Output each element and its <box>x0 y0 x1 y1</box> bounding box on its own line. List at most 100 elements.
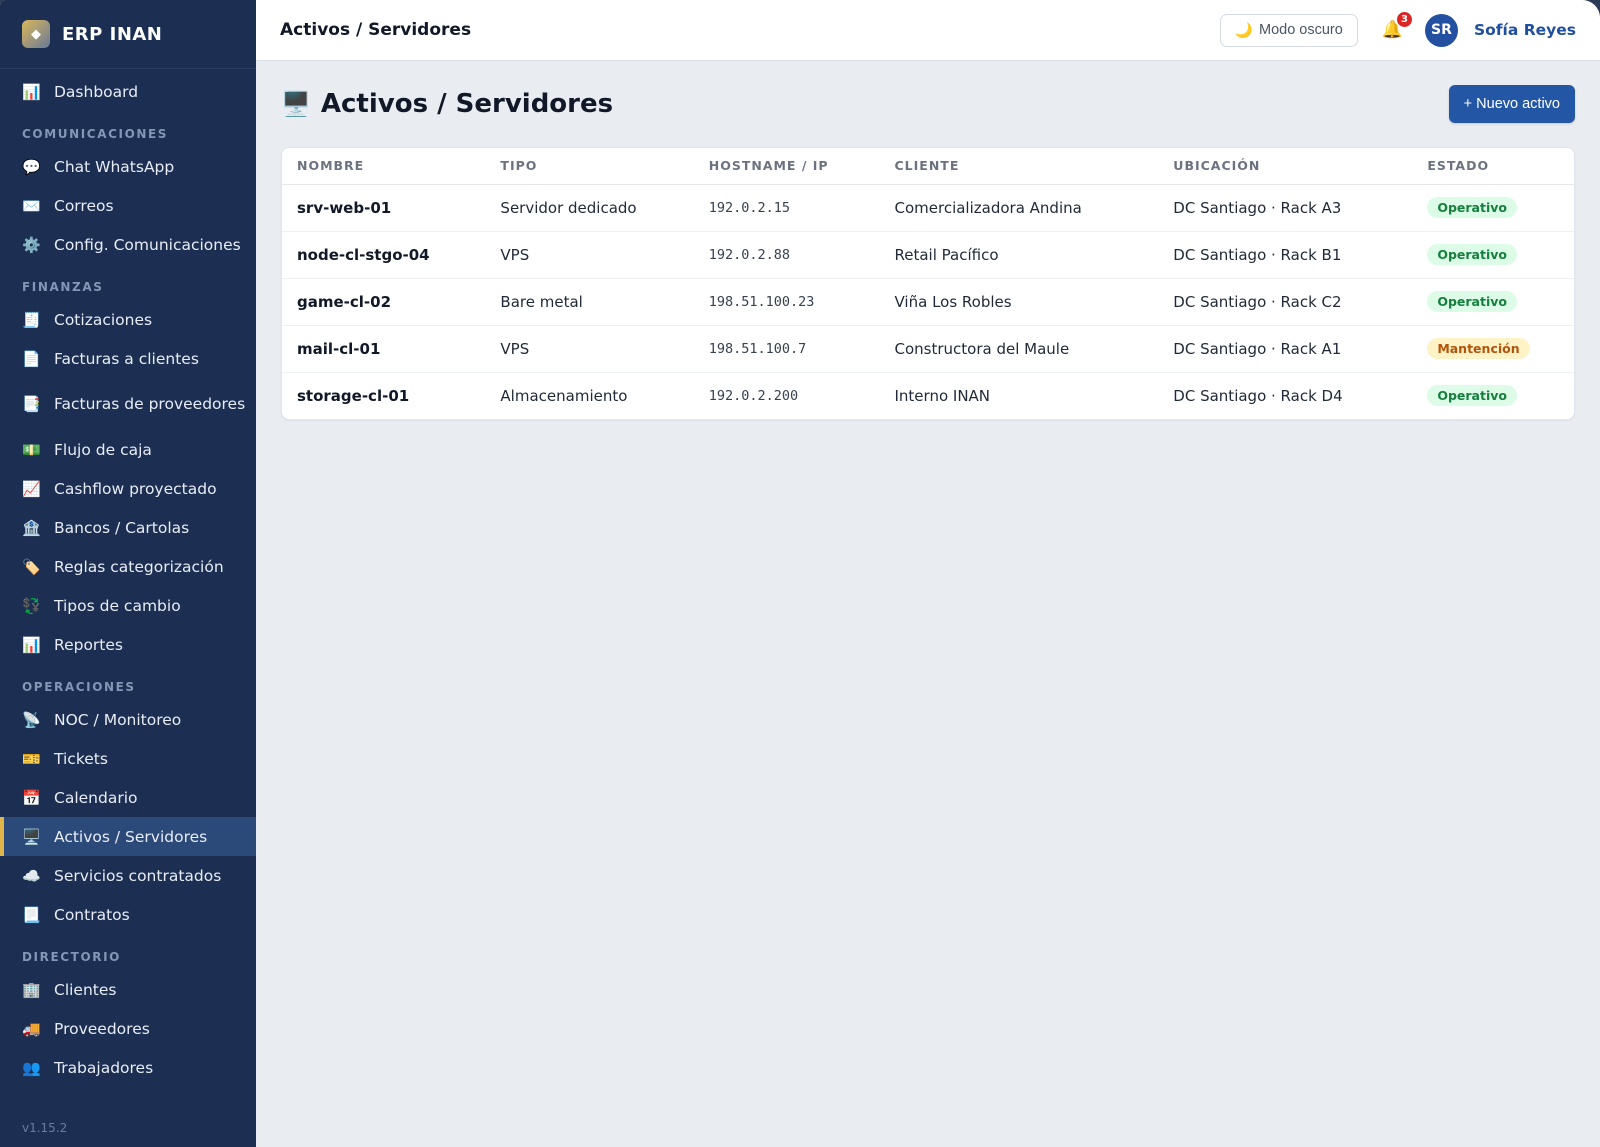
topbar-actions: 🌙 Modo oscuro 🔔 3 SR Sofía Reyes <box>1219 12 1576 47</box>
table-row[interactable]: game-cl-02 Bare metal 198.51.100.23 Viña Lo… <box>282 278 1574 326</box>
sidebar-item-trabajadores[interactable]: 👥 Trabajadores <box>0 1048 256 1087</box>
table-row[interactable]: mail-cl-01 VPS 198.51.100.7 Constructora de… <box>282 325 1574 373</box>
sidebar-item-clientes[interactable]: 🏢 Clientes <box>0 970 256 1009</box>
users-icon: 👥 <box>22 1058 41 1077</box>
sidebar-item-config-comunicaciones[interactable]: ⚙️ Config. Comunicaciones <box>0 225 256 264</box>
column-header-hostname-ip[interactable]: HOSTNAME / IP <box>693 148 880 185</box>
asset-status-cell: Operativo <box>1412 231 1574 279</box>
sidebar-item-label: Proveedores <box>54 1019 150 1038</box>
avatar[interactable]: SR <box>1424 13 1458 47</box>
asset-client-cell: Interno INAN <box>894 386 991 405</box>
sidebar-item-reportes[interactable]: 📊 Reportes <box>0 625 256 664</box>
brand-name: ERP INAN <box>62 23 163 45</box>
sidebar-item-label: Flujo de caja <box>54 440 152 459</box>
sidebar-item-cashflow-proyectado[interactable]: 📈 Cashflow proyectado <box>0 469 256 508</box>
dark-mode-label: Modo oscuro <box>1258 22 1343 38</box>
truck-icon: 🚚 <box>22 1019 41 1038</box>
sidebar-item-label: Facturas a clientes <box>54 349 199 368</box>
table-row[interactable]: srv-web-01 Servidor dedicado 192.0.2.15 Com… <box>282 184 1574 232</box>
cash-icon: 💵 <box>22 440 41 459</box>
sidebar-item-label: Dashboard <box>54 82 139 101</box>
sidebar-item-calendario[interactable]: 📅 Calendario <box>0 778 256 817</box>
sidebar: ◆ ERP INAN 📊 Dashboard COMUNICACIONES 💬 Chat… <box>0 0 256 1147</box>
sidebar-item-facturas-de-proveedores[interactable]: 📑 Facturas de proveedores <box>0 378 256 430</box>
asset-status-cell: Mantención <box>1412 325 1574 373</box>
sidebar-item-reglas-categorizacion[interactable]: 🏷️ Reglas categorización <box>0 547 256 586</box>
asset-status-cell: Operativo <box>1412 372 1574 419</box>
sidebar-item-chat-whatsapp[interactable]: 💬 Chat WhatsApp <box>0 147 256 186</box>
sidebar-section-comunicaciones: COMUNICACIONES <box>22 127 169 141</box>
sidebar-item-label: Tickets <box>54 749 108 768</box>
sidebar-item-label: Reportes <box>54 635 123 654</box>
sidebar-item-bancos-cartolas[interactable]: 🏦 Bancos / Cartolas <box>0 508 256 547</box>
asset-type-cell: VPS <box>485 231 694 279</box>
sidebar-section-operaciones: OPERACIONES <box>22 680 136 694</box>
asset-status-cell: Operativo <box>1412 184 1574 232</box>
dark-mode-toggle[interactable]: 🌙 Modo oscuro <box>1219 13 1358 47</box>
sidebar-item-label: Activos / Servidores <box>54 827 208 846</box>
notifications-button[interactable]: 🔔 3 <box>1382 12 1412 40</box>
asset-name-cell: srv-web-01 <box>282 184 486 232</box>
asset-client-cell: Retail Pacífico <box>879 231 1159 279</box>
new-asset-button[interactable]: + Nuevo activo <box>1448 85 1575 123</box>
table-body: srv-web-01 Servidor dedicado 192.0.2.15 Com… <box>282 184 1574 419</box>
sidebar-item-servicios-contratados[interactable]: ☁️ Servicios contratados <box>0 856 256 895</box>
contract-icon: 📃 <box>22 905 41 924</box>
table-row[interactable]: storage-cl-01 Almacenamiento 192.0.2.200 In… <box>282 372 1574 419</box>
sidebar-item-facturas-a-clientes[interactable]: 📄 Facturas a clientes <box>0 339 256 378</box>
sidebar-item-flujo-de-caja[interactable]: 💵 Flujo de caja <box>0 430 256 469</box>
sidebar-item-label: Tipos de cambio <box>54 596 181 615</box>
status-badge: Operativo <box>1427 291 1517 312</box>
sidebar-item-label: Reglas categorización <box>54 557 224 576</box>
asset-name-cell: storage-cl-01 <box>297 386 410 405</box>
sidebar-item-label: Bancos / Cartolas <box>54 518 190 537</box>
sidebar-item-dashboard[interactable]: 📊 Dashboard <box>0 72 256 111</box>
column-header-ubicacion[interactable]: UBICACIÓN <box>1158 148 1413 185</box>
user-name[interactable]: Sofía Reyes <box>1474 21 1576 39</box>
app-version: v1.15.2 <box>22 1121 68 1135</box>
breadcrumb: Activos / Servidores <box>280 20 472 40</box>
table-header-row: NOMBRE TIPO HOSTNAME / IP CLIENTE UBICACIÓN E… <box>282 148 1574 185</box>
satellite-icon: 📡 <box>22 710 41 729</box>
asset-ip-cell: 192.0.2.88 <box>693 231 880 279</box>
asset-location-cell: DC Santiago · Rack A1 <box>1158 325 1413 373</box>
assets-table-card: NOMBRE TIPO HOSTNAME / IP CLIENTE UBICACIÓN E… <box>281 147 1575 420</box>
bank-icon: 🏦 <box>22 518 41 537</box>
sidebar-item-tickets[interactable]: 🎫 Tickets <box>0 739 256 778</box>
column-header-tipo[interactable]: TIPO <box>485 148 694 185</box>
sidebar-item-proveedores[interactable]: 🚚 Proveedores <box>0 1009 256 1048</box>
column-header-nombre[interactable]: NOMBRE <box>282 148 486 185</box>
asset-ip-cell: 192.0.2.15 <box>693 184 880 232</box>
sidebar-item-label: Trabajadores <box>54 1058 154 1077</box>
app-window: ◆ ERP INAN 📊 Dashboard COMUNICACIONES 💬 Chat… <box>0 0 1600 1147</box>
notifications-badge: 3 <box>1396 12 1412 27</box>
asset-status-cell: Operativo <box>1412 278 1574 326</box>
asset-location-cell: DC Santiago · Rack C2 <box>1158 278 1413 326</box>
sidebar-item-noc-monitoreo[interactable]: 📡 NOC / Monitoreo <box>0 700 256 739</box>
status-badge: Operativo <box>1427 197 1517 218</box>
sidebar-item-activos-servidores[interactable]: 🖥️ Activos / Servidores <box>0 817 256 856</box>
receipt-icon: 🧾 <box>22 310 41 329</box>
table-row[interactable]: node-cl-stgo-04 VPS 192.0.2.88 Retail Pacíf… <box>282 231 1574 279</box>
sidebar-item-tipos-de-cambio[interactable]: 💱 Tipos de cambio <box>0 586 256 625</box>
sidebar-item-cotizaciones[interactable]: 🧾 Cotizaciones <box>0 300 256 339</box>
sidebar-item-correos[interactable]: ✉️ Correos <box>0 186 256 225</box>
asset-client-cell: Constructora del Maule <box>879 325 1159 373</box>
report-icon: 📊 <box>22 635 41 654</box>
asset-type-cell: Bare metal <box>485 278 694 326</box>
gear-icon: ⚙️ <box>22 235 41 254</box>
column-header-cliente[interactable]: CLIENTE <box>879 148 1159 185</box>
asset-name-cell: node-cl-stgo-04 <box>282 231 486 279</box>
brand[interactable]: ◆ ERP INAN <box>0 0 256 69</box>
dashboard-icon: 📊 <box>22 82 41 101</box>
asset-ip-cell: 192.0.2.200 <box>708 387 799 404</box>
column-header-estado[interactable]: ESTADO <box>1412 148 1574 185</box>
currency-exchange-icon: 💱 <box>22 596 41 615</box>
sidebar-section-finanzas: FINANZAS <box>22 280 104 294</box>
brand-logo-icon: ◆ <box>22 20 50 48</box>
page-header: 🖥️ Activos / Servidores + Nuevo activo <box>281 61 1575 147</box>
sidebar-item-contratos[interactable]: 📃 Contratos <box>0 895 256 934</box>
mail-icon: ✉️ <box>22 196 41 215</box>
topbar: Activos / Servidores 🌙 Modo oscuro 🔔 3 S… <box>256 0 1600 61</box>
asset-type-cell: VPS <box>485 325 694 373</box>
